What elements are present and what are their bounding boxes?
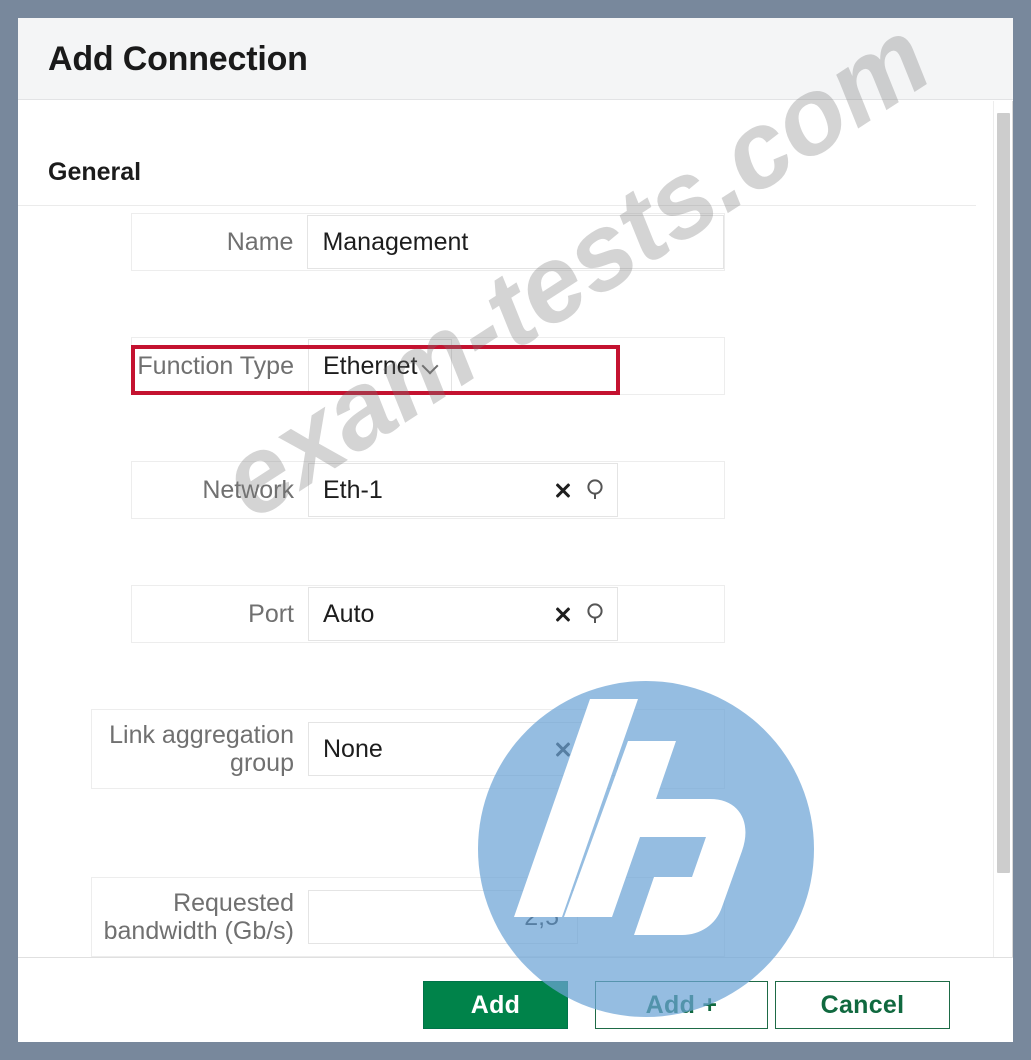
port-value: Auto: [323, 599, 375, 628]
requested-bandwidth-value: 2,5: [524, 902, 559, 931]
label-link-aggregation-group: Link aggregation group: [109, 721, 294, 777]
network-value: Eth-1: [323, 475, 383, 504]
label-function-type: Function Type: [137, 352, 294, 380]
requested-bandwidth-input[interactable]: 2,5: [308, 890, 578, 944]
clear-icon[interactable]: [553, 739, 573, 759]
function-type-value: Ethernet: [323, 351, 418, 380]
form-row-name: Name Management: [131, 213, 725, 271]
form-row-function-type: Function Type Ethernet: [131, 337, 725, 395]
vertical-scrollbar-thumb[interactable]: [997, 113, 1010, 873]
add-plus-button[interactable]: Add +: [595, 981, 768, 1029]
form-row-link-aggregation-group: Link aggregation group None: [91, 709, 725, 789]
lag-field-icons: [553, 737, 607, 761]
form-row-requested-bandwidth: Requested bandwidth (Gb/s) 2,5: [91, 877, 725, 957]
dialog-header: Add Connection: [18, 18, 1013, 100]
clear-icon[interactable]: [553, 480, 573, 500]
function-type-select[interactable]: Ethernet: [308, 339, 452, 393]
form-row-port: Port Auto: [131, 585, 725, 643]
label-requested-bandwidth: Requested bandwidth (Gb/s): [103, 889, 294, 945]
label-port: Port: [248, 600, 294, 628]
dialog-footer: Add Add + Cancel: [18, 957, 1013, 1042]
link-aggregation-group-value: None: [323, 734, 383, 763]
form-row-network: Network Eth-1: [131, 461, 725, 519]
network-field-icons: [553, 478, 607, 502]
search-icon[interactable]: [585, 602, 607, 626]
section-heading-general: General: [48, 158, 142, 186]
search-icon[interactable]: [585, 737, 607, 761]
link-aggregation-group-search-input[interactable]: None: [308, 722, 618, 776]
port-field-icons: [553, 602, 607, 626]
section-divider: [18, 205, 976, 206]
label-network: Network: [202, 476, 294, 504]
connection-form: Name Management Function Type Ethernet N…: [18, 213, 976, 957]
cancel-button[interactable]: Cancel: [775, 981, 950, 1029]
port-search-input[interactable]: Auto: [308, 587, 618, 641]
clear-icon[interactable]: [553, 604, 573, 624]
chevron-down-icon: [423, 358, 439, 374]
name-input[interactable]: Management: [307, 215, 724, 269]
add-button[interactable]: Add: [423, 981, 568, 1029]
label-name: Name: [226, 228, 294, 256]
dialog-title: Add Connection: [48, 40, 308, 78]
dialog-window: Add Connection General Name Management F…: [18, 18, 1013, 1042]
search-icon[interactable]: [585, 478, 607, 502]
network-search-input[interactable]: Eth-1: [308, 463, 618, 517]
dialog-body: General Name Management Function Type Et…: [18, 101, 1013, 957]
name-input-value: Management: [322, 227, 469, 256]
